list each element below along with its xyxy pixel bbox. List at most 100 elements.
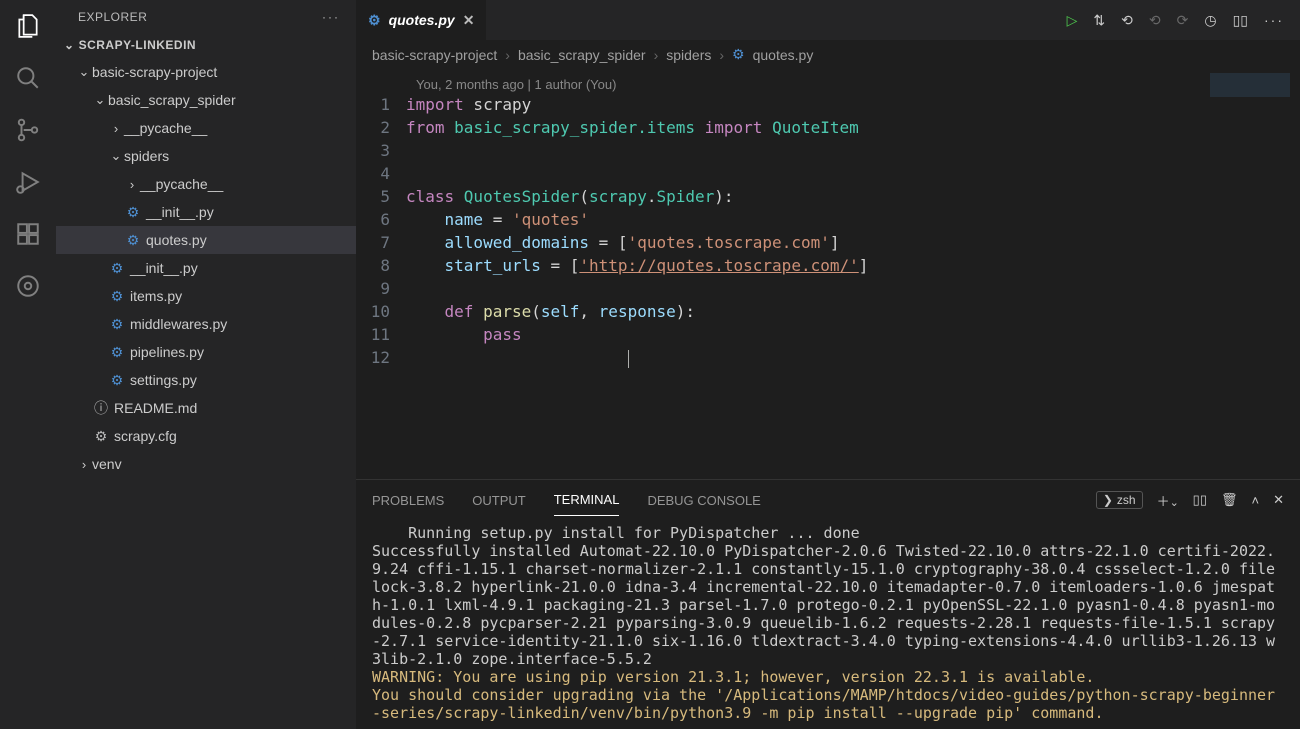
tree-item-label: items.py xyxy=(130,288,182,304)
tree-item-label: middlewares.py xyxy=(130,316,227,332)
activity-bar xyxy=(0,0,56,729)
line-number: 2 xyxy=(356,116,390,139)
terminal-text: Running setup.py install for PyDispatche… xyxy=(372,524,1275,668)
breadcrumb-segment[interactable]: basic-scrapy-project xyxy=(372,47,497,63)
text-cursor xyxy=(628,350,629,368)
codelens-text[interactable]: You, 2 months ago | 1 author (You) xyxy=(416,73,616,96)
tree-item-label: quotes.py xyxy=(146,232,207,248)
files-icon[interactable] xyxy=(14,12,42,40)
explorer-more-icon[interactable]: ··· xyxy=(322,10,340,24)
next-change-icon[interactable]: ⟳ xyxy=(1177,12,1189,29)
line-number: 12 xyxy=(356,346,390,369)
line-number: 11 xyxy=(356,323,390,346)
line-number: 1 xyxy=(356,93,390,116)
gear-icon: ⚙ xyxy=(92,428,110,445)
folder-row[interactable]: ⌄basic-scrapy-project xyxy=(56,58,356,86)
prev-change-icon[interactable]: ⟲ xyxy=(1149,12,1161,29)
panel-close-icon[interactable]: ✕ xyxy=(1273,492,1284,508)
breadcrumb-segment[interactable]: quotes.py xyxy=(753,47,814,63)
terminal-shell-selector[interactable]: ❯ zsh xyxy=(1096,491,1143,509)
editor-tabs: ⚙ quotes.py ✕ ▷ ⇅ ⟲ ⟲ ⟳ ◷ ▯▯ ··· xyxy=(356,0,1300,40)
tree-item-label: spiders xyxy=(124,148,169,164)
panel-chevron-up-icon[interactable]: ˄ xyxy=(1252,493,1260,508)
editor-body[interactable]: You, 2 months ago | 1 author (You) 12345… xyxy=(356,69,1300,479)
folder-row[interactable]: ›__pycache__ xyxy=(56,170,356,198)
breadcrumb[interactable]: basic-scrapy-project › basic_scrapy_spider… xyxy=(356,40,1300,69)
kill-terminal-icon[interactable]: 🗑 xyxy=(1221,492,1238,508)
file-row[interactable]: ⓘREADME.md xyxy=(56,394,356,422)
python-icon: ⚙ xyxy=(368,12,381,29)
line-number: 10 xyxy=(356,300,390,323)
line-number: 9 xyxy=(356,277,390,300)
line-number: 7 xyxy=(356,231,390,254)
chevron-right-icon: › xyxy=(76,457,92,472)
panel-actions: ❯ zsh ＋⌄ ▯▯ 🗑 ˄ ✕ xyxy=(1096,491,1284,510)
line-number: 3 xyxy=(356,139,390,162)
panel-tab-debug-console[interactable]: DEBUG CONSOLE xyxy=(647,485,760,516)
source-control-icon[interactable] xyxy=(14,116,42,144)
run-debug-icon[interactable] xyxy=(14,168,42,196)
search-icon[interactable] xyxy=(14,64,42,92)
tree-item-label: basic-scrapy-project xyxy=(92,64,217,80)
tree-item-label: __init__.py xyxy=(130,260,198,276)
chevron-right-icon: › xyxy=(654,47,659,63)
chevron-right-icon: › xyxy=(719,47,724,63)
editor-tab[interactable]: ⚙ quotes.py ✕ xyxy=(356,0,486,40)
chevron-right-icon: › xyxy=(505,47,510,63)
python-icon: ⚙ xyxy=(124,232,142,249)
tree-item-label: __pycache__ xyxy=(124,120,207,136)
file-row[interactable]: ⚙items.py xyxy=(56,282,356,310)
breadcrumb-segment[interactable]: basic_scrapy_spider xyxy=(518,47,646,63)
tab-filename: quotes.py xyxy=(389,12,455,28)
commit-nav-icon[interactable]: ⟲ xyxy=(1121,12,1133,29)
workspace-header[interactable]: ⌄ SCRAPY-LINKEDIN xyxy=(56,32,356,58)
folder-row[interactable]: ⌄spiders xyxy=(56,142,356,170)
workspace-name: SCRAPY-LINKEDIN xyxy=(79,38,197,52)
file-row[interactable]: ⚙pipelines.py xyxy=(56,338,356,366)
python-icon: ⚙ xyxy=(732,46,745,63)
file-row[interactable]: ⚙__init__.py xyxy=(56,254,356,282)
tree-item-label: pipelines.py xyxy=(130,344,204,360)
chevron-down-icon: ⌄ xyxy=(76,64,92,80)
tree-item-label: venv xyxy=(92,456,122,472)
terminal-output[interactable]: Running setup.py install for PyDispatche… xyxy=(356,520,1300,729)
minimap[interactable] xyxy=(1210,73,1290,133)
close-icon[interactable]: ✕ xyxy=(463,12,475,29)
file-row[interactable]: ⚙__init__.py xyxy=(56,198,356,226)
file-row[interactable]: ⚙quotes.py xyxy=(56,226,356,254)
timeline-icon[interactable]: ◷ xyxy=(1204,12,1216,29)
tree-item-label: settings.py xyxy=(130,372,197,388)
chevron-right-icon: › xyxy=(108,121,124,136)
chevron-down-icon: ⌄ xyxy=(64,38,75,52)
run-icon[interactable]: ▷ xyxy=(1067,12,1078,29)
folder-row[interactable]: ›venv xyxy=(56,450,356,478)
new-terminal-icon[interactable]: ＋⌄ xyxy=(1157,491,1179,510)
breadcrumb-segment[interactable]: spiders xyxy=(666,47,711,63)
bottom-panel: PROBLEMS OUTPUT TERMINAL DEBUG CONSOLE ❯ zs… xyxy=(356,479,1300,729)
code-content[interactable]: import scrapy from basic_scrapy_spider.i… xyxy=(406,69,868,479)
python-icon: ⚙ xyxy=(108,288,126,305)
folder-row[interactable]: ⌄basic_scrapy_spider xyxy=(56,86,356,114)
line-number: 5 xyxy=(356,185,390,208)
python-icon: ⚙ xyxy=(108,316,126,333)
tree-item-label: __init__.py xyxy=(146,204,214,220)
chevron-down-icon: ⌄ xyxy=(92,92,108,108)
panel-tab-terminal[interactable]: TERMINAL xyxy=(554,484,620,516)
file-tree: ⌄basic-scrapy-project⌄basic_scrapy_spide… xyxy=(56,58,356,729)
python-icon: ⚙ xyxy=(124,204,142,221)
compare-icon[interactable]: ⇅ xyxy=(1093,12,1105,29)
extensions-icon[interactable] xyxy=(14,220,42,248)
folder-row[interactable]: ›__pycache__ xyxy=(56,114,356,142)
panel-tab-output[interactable]: OUTPUT xyxy=(472,485,525,516)
line-gutter: 123456789101112 xyxy=(356,69,406,479)
more-actions-icon[interactable]: ··· xyxy=(1264,12,1284,28)
file-row[interactable]: ⚙scrapy.cfg xyxy=(56,422,356,450)
split-terminal-icon[interactable]: ▯▯ xyxy=(1193,492,1207,508)
tree-item-label: basic_scrapy_spider xyxy=(108,92,236,108)
split-editor-icon[interactable]: ▯▯ xyxy=(1233,12,1248,29)
file-row[interactable]: ⚙settings.py xyxy=(56,366,356,394)
line-number: 6 xyxy=(356,208,390,231)
file-row[interactable]: ⚙middlewares.py xyxy=(56,310,356,338)
remote-icon[interactable] xyxy=(14,272,42,300)
panel-tab-problems[interactable]: PROBLEMS xyxy=(372,485,444,516)
